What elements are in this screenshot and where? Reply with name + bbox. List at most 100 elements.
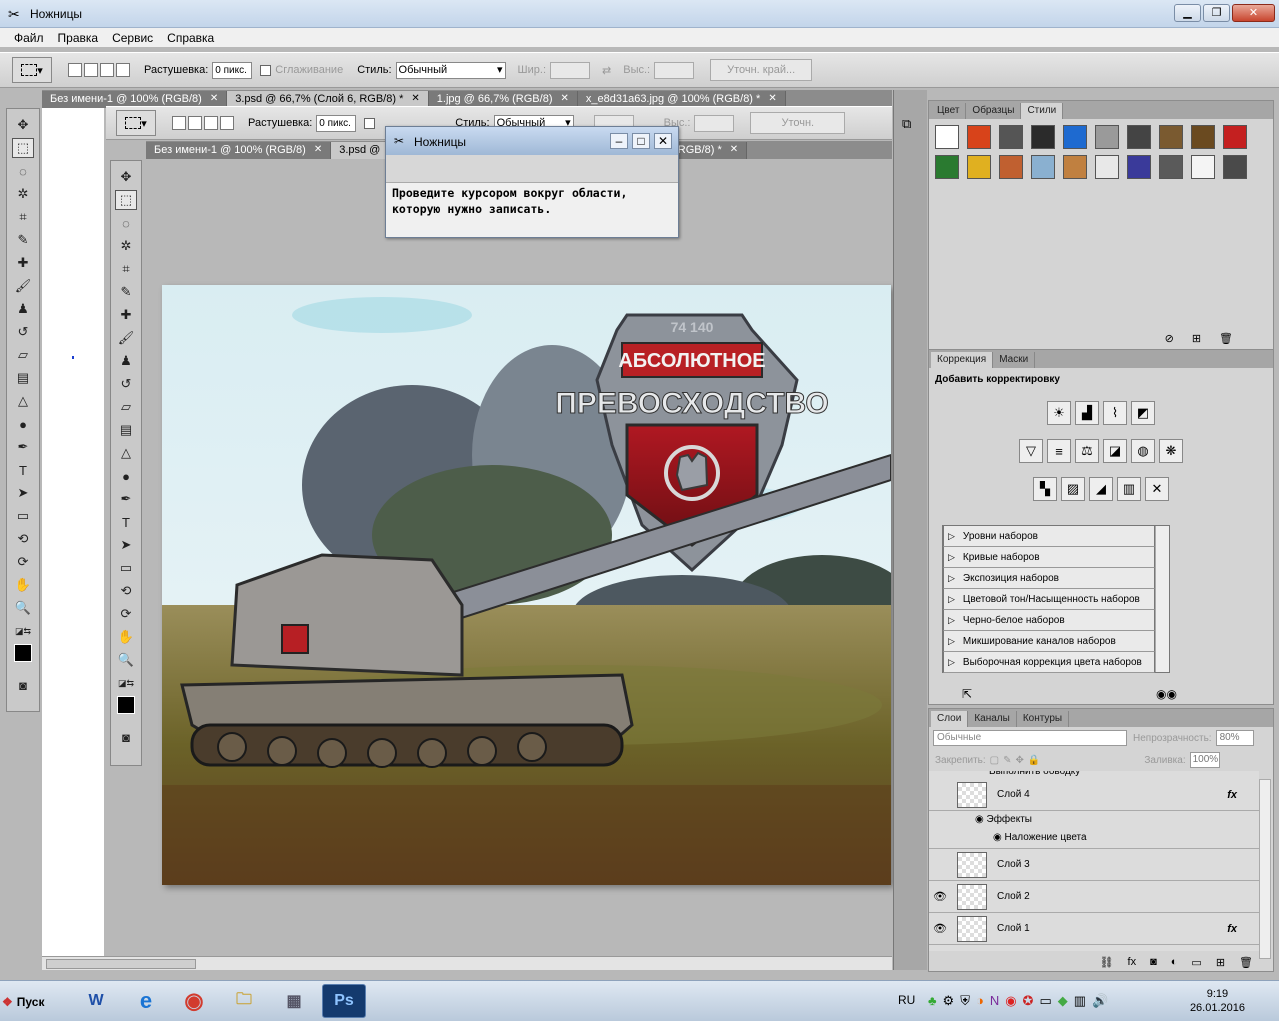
move-tool-icon[interactable]: ✥ xyxy=(12,115,34,135)
language-indicator[interactable]: RU xyxy=(898,993,915,1007)
gradient-tool-icon[interactable]: ▤ xyxy=(12,368,34,388)
brush-tool-icon[interactable]: 🖌 xyxy=(12,276,34,296)
style-swatch[interactable] xyxy=(1223,155,1247,179)
list-item[interactable]: ▷ Выборочная коррекция цвета наборов xyxy=(943,652,1155,673)
tab-styles[interactable]: Стили xyxy=(1021,103,1064,119)
presets-scrollbar[interactable] xyxy=(1155,526,1169,672)
healing-brush-icon[interactable]: ✚ xyxy=(12,253,34,273)
layer-row[interactable]: 👁 Слой 2 xyxy=(929,881,1259,913)
taskbar-explorer[interactable]: 🗀 xyxy=(222,984,266,1018)
start-button[interactable]: ❖ Пуск xyxy=(2,990,62,1014)
style-swatch[interactable] xyxy=(1095,155,1119,179)
taskbar-word[interactable]: W xyxy=(74,984,118,1018)
shape-tool-icon[interactable]: ▭ xyxy=(12,506,34,526)
tray-volume-icon[interactable]: 🔊 xyxy=(1092,993,1108,1009)
document-image[interactable]: 74 140 АБСОЛЮТНОЕ ПРЕВОСХОДСТВО xyxy=(162,285,891,885)
blur-tool-icon[interactable]: △ xyxy=(12,391,34,411)
tray-lang-icon[interactable]: ◑ xyxy=(976,993,984,1009)
effect-item-row[interactable]: ◉ Наложение цвета xyxy=(929,829,1259,849)
eyedropper-icon[interactable]: ✎ xyxy=(12,230,34,250)
subtract-selection-icon[interactable] xyxy=(100,63,114,77)
taskbar-photoshop[interactable]: Ps xyxy=(322,984,366,1018)
snip-maximize-button[interactable]: □ xyxy=(632,133,650,149)
tab-channels[interactable]: Каналы xyxy=(968,711,1017,727)
tab-swatches[interactable]: Образцы xyxy=(966,103,1022,119)
minimize-button[interactable]: ▁ xyxy=(1174,4,1201,22)
horizontal-scrollbar[interactable] xyxy=(42,956,892,970)
tray-app-icon[interactable]: ♣ xyxy=(928,993,937,1009)
type-tool-icon[interactable]: T xyxy=(12,460,34,480)
style-swatch[interactable] xyxy=(1159,125,1183,149)
healing-brush-icon[interactable]: ✚ xyxy=(115,305,137,325)
crop-tool-icon[interactable]: ⌗ xyxy=(12,207,34,227)
refine-edge-button[interactable]: Уточн. край... xyxy=(710,59,813,81)
close-button[interactable]: ✕ xyxy=(1232,4,1275,22)
style-swatch[interactable] xyxy=(935,125,959,149)
levels-icon[interactable]: ▟ xyxy=(1075,401,1099,425)
clone-stamp-icon[interactable]: ♟ xyxy=(12,299,34,319)
curves-icon[interactable]: ⌇ xyxy=(1103,401,1127,425)
trash-icon[interactable]: 🗑 xyxy=(1219,332,1233,345)
new-selection-icon[interactable] xyxy=(172,116,186,130)
subtract-selection-icon[interactable] xyxy=(204,116,218,130)
exposure-icon[interactable]: ◩ xyxy=(1131,401,1155,425)
channel-mixer-icon[interactable]: ❋ xyxy=(1159,439,1183,463)
tray-shield-icon[interactable]: ⛨ xyxy=(960,993,970,1009)
new-style-icon[interactable]: ⊞ xyxy=(1192,332,1201,345)
add-mask-icon[interactable]: ◙ xyxy=(1150,956,1157,969)
default-colors-icon[interactable]: ◪⇆ xyxy=(115,673,137,693)
clock[interactable]: 9:19 26.01.2016 xyxy=(1190,987,1245,1015)
add-selection-icon[interactable] xyxy=(84,63,98,77)
list-item[interactable]: ▷ Уровни наборов xyxy=(943,526,1155,547)
foreground-color-swatch[interactable] xyxy=(14,644,32,662)
list-item[interactable]: ▷ Цветовой тон/Насыщенность наборов xyxy=(943,589,1155,610)
expand-triangle-icon[interactable]: ▷ xyxy=(948,636,955,647)
new-selection-icon[interactable] xyxy=(68,63,82,77)
vibrance-icon[interactable]: ▽ xyxy=(1019,439,1043,463)
magic-wand-icon[interactable]: ✲ xyxy=(12,184,34,204)
link-layers-icon[interactable]: ⛓ xyxy=(1100,956,1114,969)
style-select[interactable]: Обычный xyxy=(395,61,506,79)
hand-tool-icon[interactable]: ✋ xyxy=(12,575,34,595)
close-tab-icon[interactable]: ✕ xyxy=(730,144,738,159)
eraser-tool-icon[interactable]: ▱ xyxy=(115,397,137,417)
eye-icon[interactable]: ◉ xyxy=(993,832,1005,843)
list-item[interactable]: ▷ Экспозиция наборов xyxy=(943,568,1155,589)
zoom-tool-icon[interactable]: 🔍 xyxy=(12,598,34,618)
layers-scrollbar[interactable] xyxy=(1259,779,1271,959)
threshold-icon[interactable]: ◢ xyxy=(1089,477,1113,501)
lasso-tool-icon[interactable]: ◌ xyxy=(115,213,137,233)
close-tab-icon[interactable]: ✕ xyxy=(314,144,322,159)
eyedropper-icon[interactable]: ✎ xyxy=(115,282,137,302)
expand-triangle-icon[interactable]: ▷ xyxy=(948,657,955,668)
style-swatch[interactable] xyxy=(1063,155,1087,179)
style-swatch[interactable] xyxy=(1223,125,1247,149)
snip-minimize-button[interactable]: – xyxy=(610,133,628,149)
tab-masks[interactable]: Маски xyxy=(993,352,1036,368)
style-swatch[interactable] xyxy=(967,125,991,149)
expand-triangle-icon[interactable]: ▷ xyxy=(948,573,955,584)
history-panel-icon[interactable]: ⧉ xyxy=(902,116,920,134)
menu-edit[interactable]: Правка xyxy=(58,31,99,45)
hue-saturation-icon[interactable]: ≡ xyxy=(1047,439,1071,463)
inner-refine-button[interactable]: Уточн. xyxy=(750,112,846,134)
marquee-tool-preset[interactable]: ▾ xyxy=(12,57,52,83)
height-input[interactable] xyxy=(654,61,695,79)
intersect-selection-icon[interactable] xyxy=(220,116,234,130)
delete-layer-icon[interactable]: 🗑 xyxy=(1239,956,1253,969)
tab-adjustments[interactable]: Коррекция xyxy=(931,352,994,368)
zoom-tool-icon[interactable]: 🔍 xyxy=(115,650,137,670)
crop-tool-icon[interactable]: ⌗ xyxy=(115,259,137,279)
eye-icon[interactable]: ◉ xyxy=(975,814,987,825)
list-item[interactable]: ▷ Микширование каналов наборов xyxy=(943,631,1155,652)
tray-network-icon[interactable]: ▥ xyxy=(1074,993,1086,1009)
default-colors-icon[interactable]: ◪⇆ xyxy=(12,621,34,641)
tray-record-icon[interactable]: ◉ xyxy=(1005,993,1016,1009)
add-selection-icon[interactable] xyxy=(188,116,202,130)
eye-icon[interactable]: 👁 xyxy=(929,922,951,935)
clone-stamp-icon[interactable]: ♟ xyxy=(115,351,137,371)
taskbar-calculator[interactable]: ▦ xyxy=(272,984,316,1018)
layer-row[interactable]: Слой 3 xyxy=(929,849,1259,881)
inner-antialias-checkbox[interactable] xyxy=(364,117,376,129)
opacity-input[interactable]: 80% xyxy=(1215,730,1254,746)
